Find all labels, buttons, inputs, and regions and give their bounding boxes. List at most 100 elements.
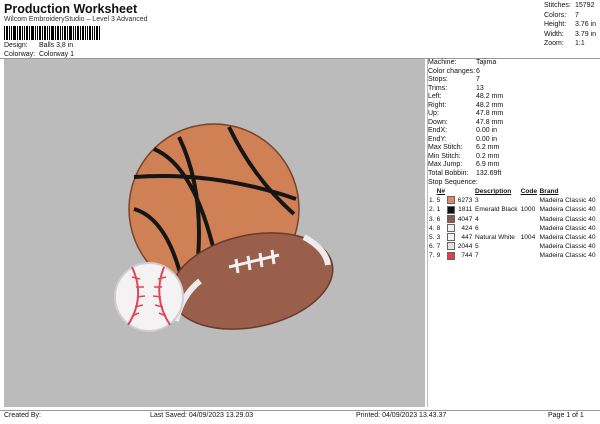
zoom-value: 1:1 bbox=[575, 40, 585, 47]
needle-number: 5 bbox=[436, 197, 441, 205]
table-row: 1. 5 6273 3 Madeira Classic 40 bbox=[428, 196, 598, 205]
property-value: 6 bbox=[476, 67, 480, 75]
property-label: Left: bbox=[428, 93, 442, 100]
stop-order: 2. bbox=[429, 206, 435, 214]
property-value: 47.8 mm bbox=[476, 110, 504, 117]
needle-number: 1 bbox=[436, 206, 441, 214]
property-value: 48.2 mm bbox=[476, 93, 504, 100]
table-row: 4. 8 424 6 Madeira Classic 40 bbox=[428, 224, 598, 233]
thread-code bbox=[520, 224, 539, 233]
property-value: 48.2 mm bbox=[476, 101, 504, 109]
width-value: 3.79 in bbox=[575, 30, 597, 38]
property-value: 47.8 mm bbox=[476, 118, 504, 126]
property-row: Right: 48.2 mm bbox=[428, 102, 596, 111]
property-row: Left: 48.2 mm bbox=[428, 93, 596, 102]
thread-description: 3 bbox=[475, 197, 479, 205]
color-swatch bbox=[447, 205, 456, 214]
property-row: Min Stitch: 0.2 mm bbox=[428, 153, 596, 162]
property-value: 0.00 in bbox=[476, 127, 498, 134]
property-row: Up: 47.8 mm bbox=[428, 110, 596, 119]
needle-number: 9 bbox=[436, 252, 441, 260]
stop-order: 1. bbox=[429, 197, 435, 205]
table-row: 6. 7 2044 5 Madeira Classic 40 bbox=[428, 242, 598, 251]
thread-code: 1004 bbox=[520, 234, 536, 242]
color-swatch bbox=[447, 233, 456, 242]
table-row: 7. 9 744 7 Madeira Classic 40 bbox=[428, 251, 598, 260]
property-label: EndX: bbox=[428, 127, 448, 134]
thread-number: 1811 bbox=[458, 206, 473, 214]
thread-brand: Madeira Classic 40 bbox=[539, 206, 596, 214]
thread-description: 6 bbox=[475, 224, 479, 232]
needle-number: 8 bbox=[436, 224, 441, 232]
colorway-value: Colorway 1 bbox=[38, 51, 74, 58]
thread-description: Emerald Black bbox=[475, 206, 518, 214]
color-swatch-cell: 6273 bbox=[446, 196, 474, 205]
col-color bbox=[446, 187, 474, 196]
property-label: Stops: bbox=[428, 76, 448, 83]
page-title: Production Worksheet bbox=[4, 2, 138, 16]
properties-panel: Machine: Tajima Color changes: 6 Stops: 7 Trim… bbox=[428, 59, 596, 261]
property-value: 132.69ft bbox=[476, 169, 502, 177]
color-swatch bbox=[447, 251, 456, 260]
thread-brand: Madeira Classic 40 bbox=[539, 215, 596, 223]
thread-code bbox=[520, 215, 539, 224]
needle-number: 3 bbox=[436, 234, 441, 242]
property-label: Color changes: bbox=[428, 67, 476, 75]
thread-number: 6273 bbox=[457, 197, 473, 205]
thread-description: 4 bbox=[475, 215, 479, 223]
color-swatch-cell: 744 bbox=[446, 251, 474, 260]
thread-brand: Madeira Classic 40 bbox=[539, 243, 596, 251]
software-name: Wilcom EmbroideryStudio – Level 3 Advanc… bbox=[4, 16, 148, 23]
property-value: 6.2 mm bbox=[476, 144, 500, 151]
stop-order: 4. bbox=[429, 224, 435, 232]
properties-list: Machine: Tajima Color changes: 6 Stops: 7 Trim… bbox=[428, 59, 596, 178]
property-label: Max Jump: bbox=[428, 161, 463, 168]
last-saved: Last Saved: 04/09/2023 13.29.03 bbox=[150, 412, 254, 419]
col-code: Code bbox=[520, 188, 538, 195]
height-value: 3.76 in bbox=[575, 21, 597, 28]
col-n: N# bbox=[436, 188, 446, 195]
thread-number: 447 bbox=[461, 234, 473, 242]
height-label: Height: bbox=[544, 21, 567, 28]
property-row: Total Bobbin: 132.69ft bbox=[428, 170, 596, 179]
col-description: Description bbox=[475, 188, 512, 195]
thread-code bbox=[520, 242, 539, 251]
embroidery-preview-image bbox=[114, 123, 334, 332]
table-row: 5. 3 447 Natural White 1004 Madeira Classic 4… bbox=[428, 233, 598, 242]
property-value: 0.2 mm bbox=[476, 152, 500, 160]
property-label: Right: bbox=[428, 101, 447, 109]
thread-number: 2044 bbox=[457, 243, 473, 251]
col-brand: Brand bbox=[539, 188, 559, 195]
thread-brand: Madeira Classic 40 bbox=[539, 197, 596, 205]
property-value: Tajima bbox=[476, 59, 497, 66]
color-swatch bbox=[447, 242, 456, 251]
thread-code: 1000 bbox=[520, 206, 536, 214]
property-row: Down: 47.8 mm bbox=[428, 119, 596, 128]
color-swatch-cell: 1811 bbox=[446, 205, 474, 214]
table-row: 3. 6 4047 4 Madeira Classic 40 bbox=[428, 214, 598, 224]
colors-label: Colors: bbox=[544, 11, 567, 19]
summary-panel: Stitches: 15792 Colors: 7 Height: 3.76 in W… bbox=[544, 1, 596, 49]
property-row: Max Stitch: 6.2 mm bbox=[428, 144, 596, 153]
thread-number: 4047 bbox=[457, 215, 473, 223]
needle-number: 6 bbox=[436, 215, 441, 223]
property-label: Min Stitch: bbox=[428, 152, 461, 160]
table-row: 2. 1 1811 Emerald Black 1000 Madeira Classic … bbox=[428, 205, 598, 214]
created-by: Created By: bbox=[4, 412, 41, 419]
design-preview bbox=[4, 59, 425, 407]
property-row: EndY: 0.00 in bbox=[428, 136, 596, 145]
property-label: Trims: bbox=[428, 84, 448, 92]
thread-description: 5 bbox=[475, 243, 479, 251]
property-row: Max Jump: 6.9 mm bbox=[428, 161, 596, 170]
property-value: 7 bbox=[476, 76, 480, 83]
color-swatch-cell: 447 bbox=[446, 233, 474, 242]
colorway-line: Colorway: Colorway 1 bbox=[4, 51, 74, 58]
color-swatch bbox=[447, 196, 456, 205]
design-label: Design: bbox=[4, 42, 28, 49]
property-row: EndX: 0.00 in bbox=[428, 127, 596, 136]
table-header-row: N# Description Code Brand bbox=[428, 187, 598, 196]
property-row: Trims: 13 bbox=[428, 85, 596, 94]
thread-brand: Madeira Classic 40 bbox=[539, 224, 596, 232]
width-label: Width: bbox=[544, 30, 564, 38]
thread-code bbox=[520, 251, 539, 260]
